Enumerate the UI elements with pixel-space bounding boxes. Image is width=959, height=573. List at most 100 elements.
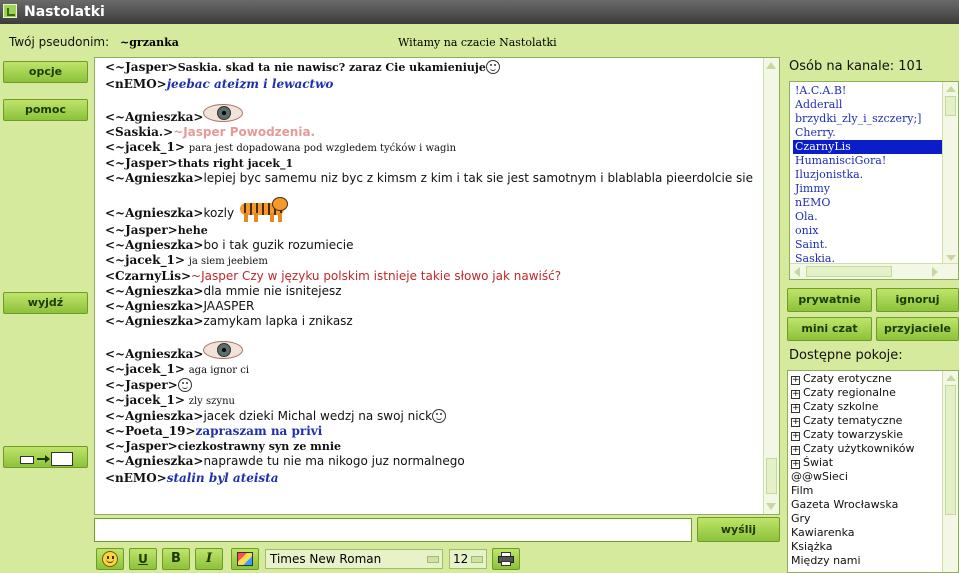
send-button[interactable]: wyślij [697, 517, 780, 542]
expand-plus-icon[interactable]: + [791, 376, 800, 385]
room-group-item[interactable]: + Czaty regionalne [791, 386, 915, 400]
emoticons-button[interactable] [96, 548, 124, 570]
font-size-select[interactable]: 12 [449, 549, 487, 569]
user-list-item[interactable]: brzydki_zly_i_szczery;] [793, 112, 943, 126]
undock-window-button[interactable] [3, 446, 88, 468]
room-item[interactable]: Gazeta Wrocławska [791, 498, 915, 512]
print-button[interactable] [492, 548, 520, 570]
expand-plus-icon[interactable]: + [791, 404, 800, 413]
scroll-up-arrow-icon[interactable] [946, 86, 956, 92]
italic-button[interactable]: I [195, 548, 223, 570]
smile-emoticon-icon [177, 378, 192, 392]
room-group-item[interactable]: + Czaty erotyczne [791, 372, 915, 386]
users-scrollbar[interactable] [942, 82, 958, 265]
room-item[interactable]: @@wSieci [791, 470, 915, 484]
user-list-item[interactable]: Adderall [793, 98, 943, 112]
room-item[interactable]: Film [791, 484, 915, 498]
room-group-item[interactable]: + Czaty tematyczne [791, 414, 915, 428]
rooms-list-box[interactable]: + Czaty erotyczne + Czaty regionalne + Czaty … [787, 370, 959, 573]
chat-line: <~Agnieszka>dla mmie nie isnitejesz [105, 284, 342, 298]
room-item[interactable]: Kawiarenka [791, 526, 915, 540]
scroll-up-arrow-icon[interactable] [946, 375, 956, 381]
rooms-scrollbar[interactable] [942, 371, 958, 572]
dropdown-arrow-icon [427, 556, 439, 563]
color-picker-button[interactable] [231, 548, 259, 570]
user-list-item[interactable]: onix [793, 224, 943, 238]
scroll-down-arrow-icon[interactable] [766, 503, 776, 510]
ignore-button[interactable]: ignoruj [876, 288, 959, 312]
user-list-item[interactable]: Iluzjonistka. [793, 168, 943, 182]
window-title: Nastolatki [24, 4, 105, 20]
room-group-item[interactable]: + Czaty szkolne [791, 400, 915, 414]
exit-button[interactable]: wyjdź [3, 292, 88, 314]
user-list-item[interactable]: Ola. [793, 210, 943, 224]
room-group-item[interactable]: + Czaty towarzyskie [791, 428, 915, 442]
chat-window[interactable]: <~Jasper>Saskia. skad ta nie nawisc? zar… [94, 57, 780, 515]
font-size-value: 12 [453, 552, 469, 566]
room-item[interactable]: Gry [791, 512, 915, 526]
underline-button[interactable]: U [129, 548, 157, 570]
bold-button[interactable]: B [162, 548, 190, 570]
user-list-item[interactable]: Jimmy [793, 182, 943, 196]
message-input[interactable] [94, 518, 692, 542]
room-group-item[interactable]: + Świat [791, 456, 915, 470]
printer-icon [498, 552, 514, 566]
user-list-item[interactable]: Saint. [793, 238, 943, 252]
users-hscroll-thumb[interactable] [806, 266, 892, 277]
help-button[interactable]: pomoc [3, 99, 88, 121]
user-list-item[interactable]: HumanisciGora! [793, 154, 943, 168]
palette-icon [237, 552, 253, 566]
chat-line: <~Agnieszka>lepiej byc samemu niz byc z … [105, 171, 753, 185]
room-group-label: Czaty użytkowników [803, 442, 915, 455]
chat-line: <Saskia.>~Jasper Powodzenia. [105, 125, 316, 139]
font-family-select[interactable]: Times New Roman [265, 549, 443, 569]
dropdown-arrow-icon [471, 556, 483, 563]
scroll-right-arrow-icon[interactable] [932, 267, 938, 277]
private-button[interactable]: prywatnie [787, 288, 872, 312]
room-group-item[interactable]: + Czaty użytkowników [791, 442, 915, 456]
room-item[interactable]: Między nami [791, 554, 915, 568]
rooms-scroll-thumb[interactable] [945, 385, 956, 515]
room-group-label: Świat [803, 456, 834, 469]
chat-line: <~Agnieszka> [105, 101, 759, 125]
user-list-item[interactable]: nEMO [793, 196, 943, 210]
chat-line: <~Jasper>Saskia. skad ta nie nawisc? zar… [105, 60, 759, 75]
expand-plus-icon[interactable]: + [791, 418, 800, 427]
chat-line: <nEMO>stalin byl ateista [105, 471, 279, 485]
user-list-item[interactable]: !A.C.A.B! [793, 84, 943, 98]
chat-line: <~Jasper> [105, 378, 759, 393]
users-horizontal-scrollbar[interactable] [790, 263, 958, 279]
expand-plus-icon[interactable]: + [791, 446, 800, 455]
chat-line: <CzarnyLis>~Jasper Czy w języku polskim … [105, 269, 562, 283]
user-list-item[interactable]: CzarnyLis [793, 140, 943, 154]
chat-line: <~Agnieszka>jacek dzieki Michal wedzj na… [105, 409, 759, 424]
window-icon[interactable] [3, 4, 17, 18]
nick-value: ~grzanka [120, 36, 179, 49]
chat-line: <~Agnieszka>JAASPER [105, 299, 255, 313]
chat-scroll-thumb[interactable] [766, 458, 777, 494]
user-list-item[interactable]: Cherry. [793, 126, 943, 140]
eye-emoticon-icon [203, 338, 244, 362]
room-item[interactable]: Książka [791, 540, 915, 554]
friends-button[interactable]: przyjaciele [876, 317, 959, 341]
scroll-down-arrow-icon[interactable] [946, 255, 956, 261]
expand-plus-icon[interactable]: + [791, 460, 800, 469]
title-bar: Nastolatki [0, 0, 959, 24]
chat-line: <~jacek_1> para jest dopadowana pod wzgl… [105, 140, 457, 154]
expand-plus-icon[interactable]: + [791, 432, 800, 441]
chat-line: <~jacek_1> aga ignor ci [105, 362, 250, 376]
nick-label: Twój pseudonim: [9, 35, 110, 49]
users-scroll-thumb[interactable] [945, 96, 956, 116]
chat-line: <~Jasper>hehe [105, 223, 208, 237]
chat-line: <~Agnieszka>zamykam lapka i znikasz [105, 314, 353, 328]
expand-plus-icon[interactable]: + [791, 390, 800, 399]
chat-line: <~Agnieszka> [105, 338, 759, 362]
chat-line: <~Poeta_19>zapraszam na privi [105, 424, 323, 438]
options-button[interactable]: opcje [3, 61, 88, 83]
chat-line: <~Jasper>ciezkostrawny syn ze mnie [105, 439, 341, 453]
scroll-left-arrow-icon[interactable] [794, 267, 800, 277]
chat-scrollbar[interactable] [763, 58, 779, 514]
scroll-up-arrow-icon[interactable] [766, 62, 776, 69]
mini-chat-button[interactable]: mini czat [787, 317, 872, 341]
users-list-box[interactable]: !A.C.A.B! Adderall brzydki_zly_i_szczery;]… [789, 81, 959, 280]
